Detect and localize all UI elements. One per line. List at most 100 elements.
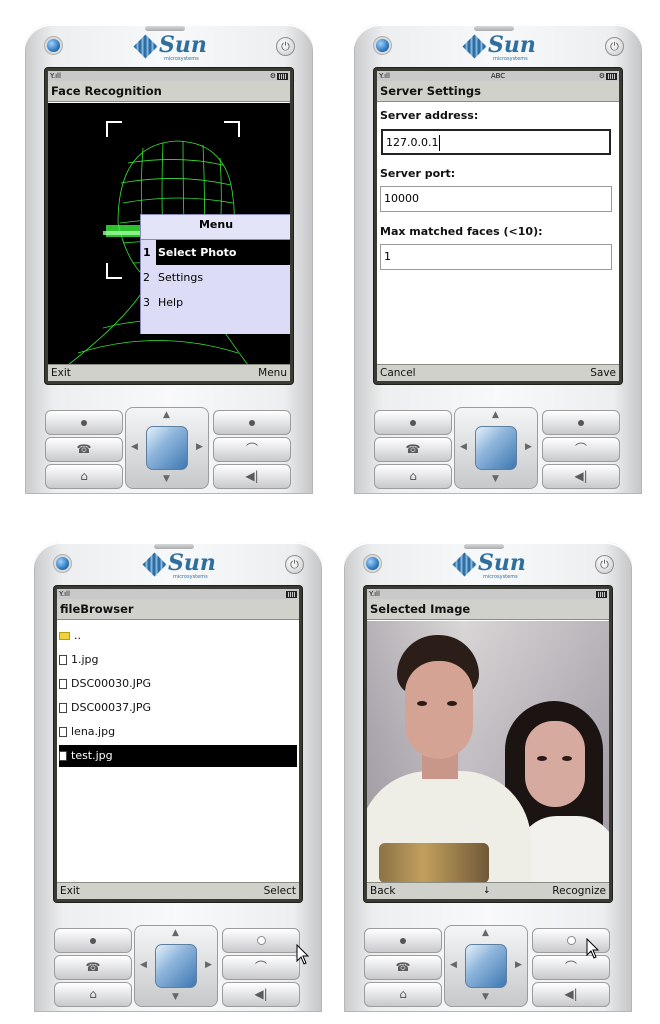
soft-key-bar: Cancel Save [377, 364, 619, 381]
back-icon: ◀| [574, 469, 588, 483]
dot-icon [249, 419, 255, 426]
dpad[interactable]: ▲ ▼ ◀ ▶ [125, 407, 209, 489]
left-softkey-button[interactable] [45, 410, 123, 435]
battery-icon [596, 591, 607, 598]
save-softkey[interactable]: Save [590, 365, 616, 381]
menu-softkey[interactable]: Menu [258, 365, 287, 381]
arrow-left-icon: ◀ [131, 442, 138, 452]
menu-item-settings[interactable]: 2 Settings [141, 265, 290, 290]
dpad[interactable]: ▲ ▼ ◀ ▶ [444, 925, 528, 1007]
end-call-button[interactable]: ⌒ [542, 437, 620, 462]
input-mode-indicator: ABC [490, 72, 506, 80]
power-button-icon[interactable]: ⏻ [276, 37, 295, 56]
logo-subtext: microsystems [483, 574, 518, 580]
status-bar: Y.ıll [57, 589, 299, 599]
keypad: ☎ ⌂ ▲ ▼ ◀ ▶ ⌒ ◀| [374, 407, 622, 494]
max-matched-faces-field[interactable]: 1 [380, 244, 612, 270]
arrow-down-icon: ▼ [482, 992, 489, 1002]
menu-title: Menu [141, 215, 290, 240]
home-button[interactable]: ⌂ [45, 464, 123, 489]
sun-logo: Sun microsystems [452, 550, 536, 582]
face-frame-corner [224, 121, 240, 137]
photo-eye [447, 701, 457, 706]
arrow-left-icon: ◀ [140, 960, 147, 970]
list-item-selected[interactable]: test.jpg [59, 745, 297, 767]
arrow-down-icon: ▼ [172, 992, 179, 1002]
dpad-select-button[interactable] [475, 426, 517, 470]
end-call-button[interactable]: ⌒ [222, 955, 300, 980]
list-item[interactable]: 1.jpg [59, 649, 297, 671]
menu-item-help[interactable]: 3 Help [141, 290, 290, 315]
face-frame-corner [106, 263, 122, 279]
file-name: .. [74, 629, 81, 642]
call-button[interactable]: ☎ [374, 437, 452, 462]
select-softkey[interactable]: Select [264, 883, 296, 899]
led-indicator-icon [56, 557, 69, 570]
dpad-select-button[interactable] [146, 426, 188, 470]
home-button[interactable]: ⌂ [374, 464, 452, 489]
recognize-softkey[interactable]: Recognize [552, 883, 606, 899]
photo-eye [537, 756, 547, 761]
dpad-select-button[interactable] [465, 944, 507, 988]
phone-icon: ☎ [85, 960, 101, 974]
home-button[interactable]: ⌂ [364, 982, 442, 1007]
screen: Y.ıll ABC ⚙ Server Settings Server addre… [377, 71, 619, 381]
server-port-field[interactable]: 10000 [380, 186, 612, 212]
logo-text: Sun [159, 32, 207, 58]
sun-diamond-icon [452, 552, 477, 577]
dpad-select-button[interactable] [155, 944, 197, 988]
call-button[interactable]: ☎ [364, 955, 442, 980]
logo-subtext: microsystems [173, 574, 208, 580]
right-softkey-button[interactable] [213, 410, 291, 435]
right-softkey-button[interactable] [542, 410, 620, 435]
power-button-icon[interactable]: ⏻ [595, 555, 614, 574]
back-button[interactable]: ◀| [542, 464, 620, 489]
screen: Y.ıll Selected Image Back ↓ Recognize [367, 589, 609, 899]
scroll-down-icon: ↓ [483, 886, 491, 896]
top-slot [474, 26, 514, 31]
server-address-value: 127.0.0.1 [386, 136, 439, 149]
back-softkey[interactable]: Back [370, 883, 396, 899]
keypad: ☎ ⌂ ▲ ▼ ◀ ▶ ⌒ ◀| [54, 925, 302, 1012]
arrow-left-icon: ◀ [450, 960, 457, 970]
file-name: DSC00030.JPG [71, 677, 152, 690]
list-item[interactable]: DSC00030.JPG [59, 673, 297, 695]
call-button[interactable]: ☎ [45, 437, 123, 462]
left-softkey-button[interactable] [374, 410, 452, 435]
left-softkey-button[interactable] [54, 928, 132, 953]
keypad: ☎ ⌂ ▲ ▼ ◀ ▶ ⌒ ◀| [364, 925, 612, 1012]
dpad[interactable]: ▲ ▼ ◀ ▶ [454, 407, 538, 489]
photo-eye [562, 756, 572, 761]
led-indicator-icon [366, 557, 379, 570]
home-button[interactable]: ⌂ [54, 982, 132, 1007]
exit-softkey[interactable]: Exit [51, 365, 71, 381]
power-button-icon[interactable]: ⏻ [285, 555, 304, 574]
dpad[interactable]: ▲ ▼ ◀ ▶ [134, 925, 218, 1007]
back-button[interactable]: ◀| [222, 982, 300, 1007]
led-indicator-icon [376, 39, 389, 52]
end-call-button[interactable]: ⌒ [213, 437, 291, 462]
call-button[interactable]: ☎ [54, 955, 132, 980]
back-button[interactable]: ◀| [213, 464, 291, 489]
list-item[interactable]: .. [59, 625, 297, 647]
list-item[interactable]: lena.jpg [59, 721, 297, 743]
file-icon [59, 727, 67, 737]
face-frame-corner [106, 121, 122, 137]
menu-item-label: Select Photo [156, 240, 290, 265]
arrow-up-icon: ▲ [492, 410, 499, 420]
left-softkey-button[interactable] [364, 928, 442, 953]
logo-text: Sun [488, 32, 536, 58]
arrow-right-icon: ▶ [196, 442, 203, 452]
arrow-down-icon: ▼ [492, 474, 499, 484]
cancel-softkey[interactable]: Cancel [380, 365, 416, 381]
battery-icon [277, 73, 288, 80]
exit-softkey[interactable]: Exit [60, 883, 80, 899]
logo-text: Sun [478, 550, 526, 576]
dot-icon [566, 936, 576, 945]
list-item[interactable]: DSC00037.JPG [59, 697, 297, 719]
power-button-icon[interactable]: ⏻ [605, 37, 624, 56]
menu-item-select-photo[interactable]: 1 Select Photo [141, 240, 290, 265]
right-softkey-button[interactable] [222, 928, 300, 953]
server-address-field[interactable]: 127.0.0.1 [381, 129, 611, 155]
back-button[interactable]: ◀| [532, 982, 610, 1007]
